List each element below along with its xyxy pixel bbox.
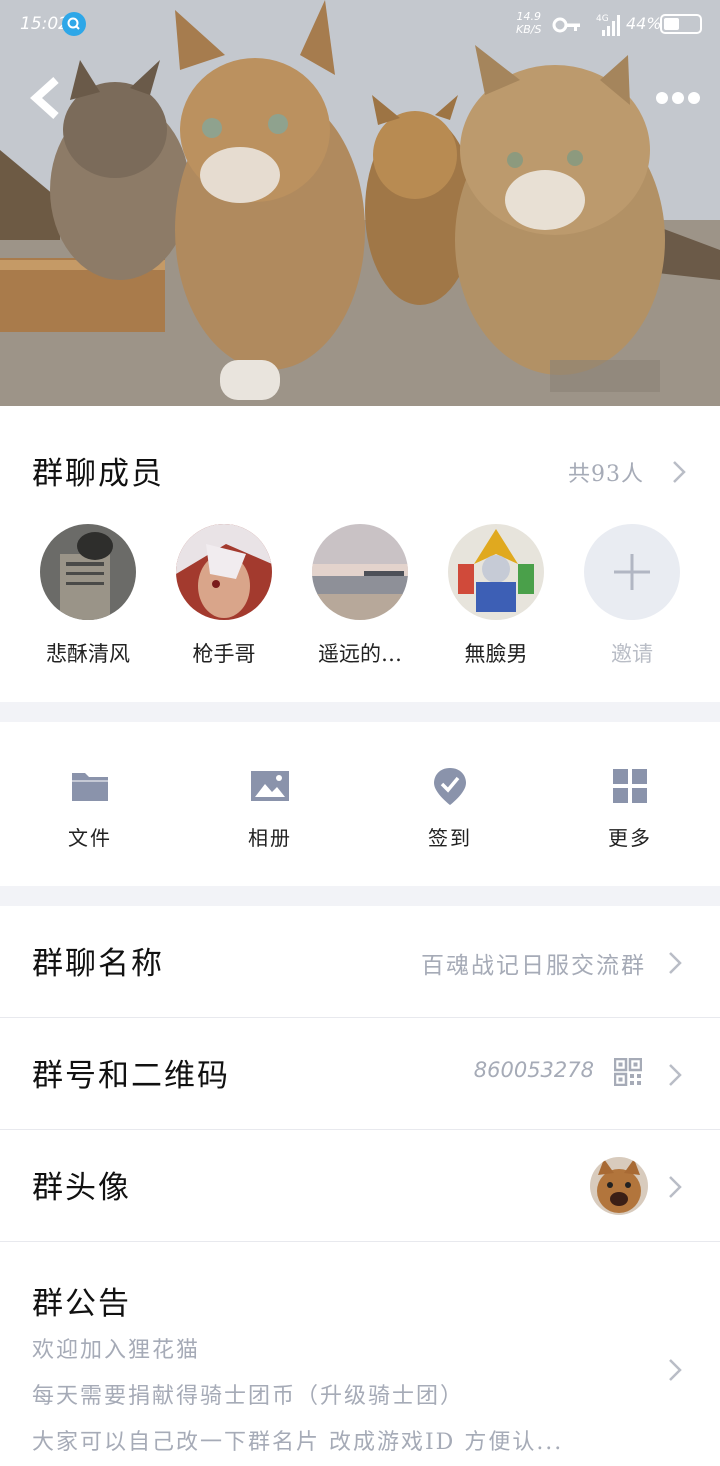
group-avatar bbox=[590, 1157, 648, 1215]
quick-actions: 文件 相册 签到 更多 bbox=[0, 722, 720, 886]
chevron-right-icon bbox=[669, 952, 682, 974]
member-item[interactable]: 枪手哥 bbox=[156, 524, 292, 668]
battery-percent: 44% bbox=[626, 14, 662, 33]
members-title: 群聊成员 bbox=[32, 456, 164, 492]
members-count[interactable]: 共93人 bbox=[568, 456, 644, 488]
member-name: 悲酥清风 bbox=[46, 642, 130, 666]
row-group-notice[interactable]: 群公告 欢迎加入狸花猫 每天需要捐献得骑士团币（升级骑士团） 大家可以自己改一下… bbox=[0, 1242, 720, 1455]
group-name-value: 百魂战记日服交流群 bbox=[421, 953, 646, 979]
avatar bbox=[312, 524, 408, 620]
action-label: 文件 bbox=[68, 826, 112, 850]
more-options-button[interactable] bbox=[652, 86, 702, 110]
signal-icon: 4G bbox=[596, 12, 624, 42]
row-group-id[interactable]: 群号和二维码 860053278 bbox=[0, 1018, 720, 1130]
section-divider bbox=[0, 886, 720, 906]
qr-code-icon bbox=[614, 1058, 642, 1086]
action-more[interactable]: 更多 bbox=[570, 766, 690, 851]
avatar bbox=[448, 524, 544, 620]
action-checkin[interactable]: 签到 bbox=[390, 766, 510, 851]
notice-line: 大家可以自己改一下群名片 改成游戏ID 方便认... bbox=[32, 1430, 564, 1455]
member-item[interactable]: 悲酥清风 bbox=[20, 524, 156, 668]
search-icon bbox=[62, 12, 86, 36]
notice-line: 欢迎加入狸花猫 bbox=[32, 1338, 201, 1363]
member-item[interactable]: 遥远的… bbox=[292, 524, 428, 668]
action-label: 签到 bbox=[428, 826, 472, 850]
battery-icon bbox=[660, 14, 702, 34]
action-label: 相册 bbox=[248, 826, 292, 850]
vpn-key-icon bbox=[552, 16, 582, 38]
folder-icon bbox=[70, 766, 110, 806]
avatar bbox=[176, 524, 272, 620]
add-icon bbox=[584, 524, 680, 620]
notice-text: 欢迎加入狸花猫 每天需要捐献得骑士团币（升级骑士团） 大家可以自己改一下群名片 … bbox=[32, 1328, 632, 1466]
back-button[interactable] bbox=[28, 74, 68, 122]
notice-line: 每天需要捐献得骑士团币（升级骑士团） bbox=[32, 1384, 465, 1409]
member-item[interactable]: 無臉男 bbox=[428, 524, 564, 668]
net-speed: 14.9 KB/S bbox=[516, 10, 542, 36]
status-bar: 15:02 14.9 KB/S 4G 44% bbox=[0, 0, 720, 50]
row-label: 群头像 bbox=[32, 1170, 131, 1206]
action-album[interactable]: 相册 bbox=[210, 766, 330, 851]
members-section: 群聊成员 共93人 悲酥清风 枪手哥 遥远的… 無臉男 邀请 bbox=[0, 406, 720, 702]
grid-icon bbox=[610, 766, 650, 806]
image-icon bbox=[250, 766, 290, 806]
row-group-avatar[interactable]: 群头像 bbox=[0, 1130, 720, 1242]
chevron-right-icon[interactable] bbox=[672, 460, 686, 484]
group-id-value: 860053278 bbox=[473, 1058, 594, 1082]
chevron-right-icon bbox=[669, 1176, 682, 1198]
row-label: 群公告 bbox=[32, 1286, 131, 1322]
group-cover-photo[interactable]: 15:02 14.9 KB/S 4G 44% bbox=[0, 0, 720, 406]
chevron-right-icon bbox=[669, 1359, 682, 1381]
chevron-right-icon bbox=[669, 1064, 682, 1086]
member-name: 枪手哥 bbox=[192, 642, 256, 666]
cats-photo bbox=[0, 0, 720, 406]
checkin-icon bbox=[430, 766, 470, 806]
member-name: 無臉男 bbox=[464, 642, 528, 666]
invite-label: 邀请 bbox=[611, 642, 653, 666]
avatar bbox=[40, 524, 136, 620]
invite-button[interactable]: 邀请 bbox=[564, 524, 700, 668]
row-label: 群号和二维码 bbox=[32, 1058, 230, 1094]
member-avatar-row: 悲酥清风 枪手哥 遥远的… 無臉男 邀请 bbox=[0, 524, 720, 674]
row-label: 群聊名称 bbox=[32, 946, 164, 982]
member-name: 遥远的… bbox=[318, 642, 402, 666]
section-divider bbox=[0, 702, 720, 722]
svg-text:4G: 4G bbox=[596, 14, 609, 24]
row-group-name[interactable]: 群聊名称 百魂战记日服交流群 bbox=[0, 906, 720, 1018]
action-files[interactable]: 文件 bbox=[30, 766, 150, 851]
action-label: 更多 bbox=[608, 826, 652, 850]
